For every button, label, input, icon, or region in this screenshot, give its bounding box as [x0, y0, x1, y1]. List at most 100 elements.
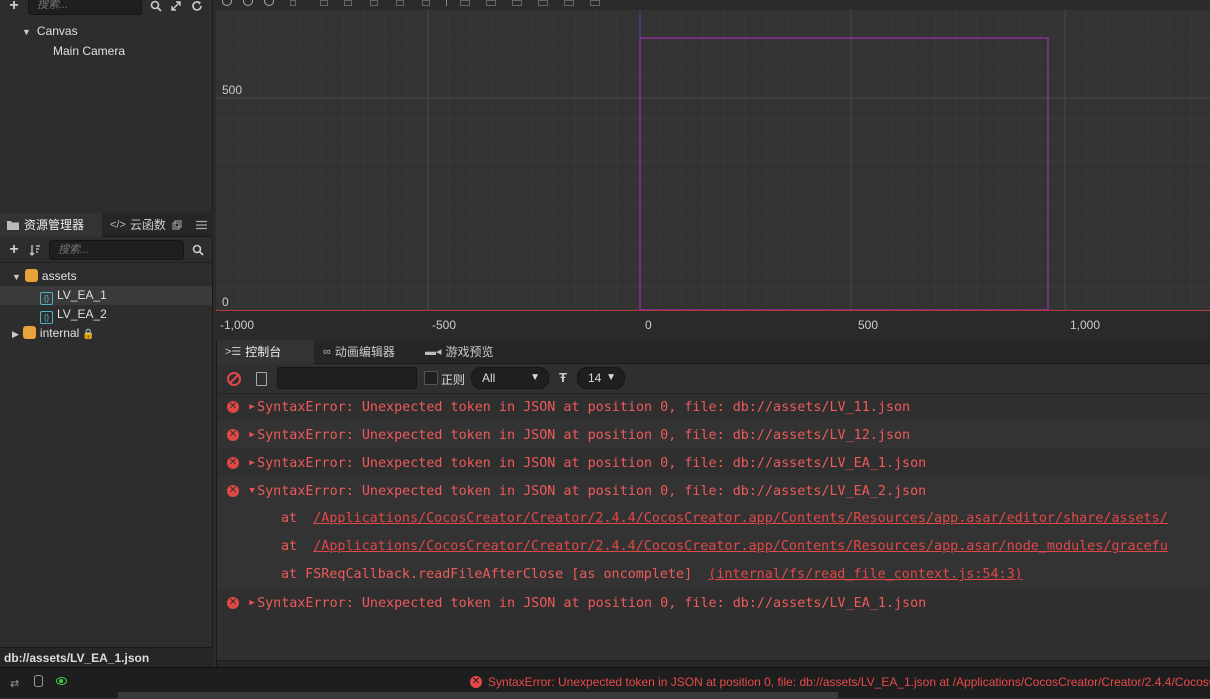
tree-node-lv-ea-1[interactable]: {} LV_EA_1 — [0, 286, 212, 305]
scene-view[interactable]: 500 0 -1,000 -500 0 500 1,000 — [216, 0, 1210, 337]
error-icon: ✕ — [227, 429, 239, 441]
clear-icon[interactable] — [227, 372, 241, 386]
log-message: SyntaxError: Unexpected token in JSON at… — [257, 596, 927, 611]
tab-cloud-functions[interactable]: </> 云函数 — [104, 213, 172, 237]
align-left-icon[interactable] — [290, 0, 296, 6]
regex-checkbox[interactable] — [424, 371, 438, 385]
log-entry[interactable]: ✕ ▶ SyntaxError: Unexpected token in JSON… — [217, 421, 1210, 449]
tab-console[interactable]: >☰ 控制台 — [217, 340, 314, 364]
add-icon[interactable]: + — [6, 241, 22, 258]
search-icon[interactable] — [190, 242, 206, 258]
hierarchy-toolbar: + 搜索... — [0, 0, 213, 16]
terminal-icon: >☰ — [225, 346, 242, 358]
tree-node-lv-ea-2[interactable]: {} LV_EA_2 — [40, 305, 107, 324]
distribute-hcenter-icon[interactable] — [564, 0, 574, 6]
dropdown-arrow-icon: ▼ — [606, 372, 616, 383]
font-size-value: 14 — [588, 371, 602, 385]
database-icon[interactable] — [34, 675, 43, 687]
db-folder-icon — [22, 326, 36, 339]
add-icon[interactable]: + — [6, 0, 22, 14]
tab-game-preview[interactable]: ▬◂ 游戏预览 — [419, 340, 509, 364]
expand-arrow-icon[interactable]: ▼ — [12, 272, 21, 282]
distribute-top-icon[interactable] — [460, 0, 470, 6]
stack-prefix: at FSReqCallback.readFileAfterClose [as … — [281, 567, 709, 582]
db-folder-icon — [24, 269, 38, 282]
lock-icon: 🔒 — [82, 329, 95, 340]
stack-link[interactable]: (internal/fs/read_file_context.js:54:3) — [708, 567, 1022, 582]
status-bar: ⇄ ✕ SyntaxError: Unexpected token in JSO… — [0, 667, 1210, 699]
dropdown-arrow-icon: ▼ — [530, 372, 540, 383]
collapse-icon[interactable] — [168, 0, 184, 14]
align-bottom-icon[interactable] — [422, 0, 430, 6]
align-top-icon[interactable] — [370, 0, 378, 6]
stack-link[interactable]: /Applications/CocosCreator/Creator/2.4.4… — [313, 511, 1168, 526]
expand-arrow-icon[interactable]: ▼ — [22, 27, 31, 37]
align-hcenter-icon[interactable] — [320, 0, 328, 6]
assets-search-input[interactable]: 搜索... — [49, 240, 184, 260]
log-entry-expanded[interactable]: ✕ ▼ SyntaxError: Unexpected token in JSON… — [217, 477, 1210, 589]
expand-arrow-icon[interactable]: ▶ — [247, 449, 257, 477]
zoom-reset-icon[interactable] — [264, 0, 274, 6]
x-tick-label: -1,000 — [220, 318, 255, 332]
expand-arrow-icon[interactable]: ▶ — [247, 589, 257, 617]
console-scrollbar[interactable] — [217, 660, 1210, 667]
expand-arrow-icon[interactable]: ▶ — [247, 421, 257, 449]
stack-prefix: at — [281, 511, 306, 526]
zoom-out-icon[interactable] — [243, 0, 253, 6]
assets-tabbar: 资源管理器 </> 云函数 — [0, 213, 213, 237]
json-file-icon: {} — [40, 292, 53, 305]
hierarchy-search-input[interactable]: 搜索... — [28, 0, 142, 15]
node-label: LV_EA_2 — [57, 307, 107, 321]
x-tick-label: 1,000 — [1070, 318, 1101, 332]
status-message[interactable]: SyntaxError: Unexpected token in JSON at… — [488, 674, 1210, 690]
open-log-file-icon[interactable] — [256, 372, 267, 386]
error-icon: ✕ — [227, 401, 239, 413]
popout-icon[interactable] — [169, 217, 185, 233]
eye-icon[interactable] — [56, 677, 67, 685]
hierarchy-panel: + 搜索... ▼ Canvas Main Camera — [0, 0, 213, 212]
expand-arrow-icon[interactable]: ▶ — [247, 393, 257, 421]
align-vcenter-icon[interactable] — [396, 0, 404, 6]
zoom-in-icon[interactable] — [222, 0, 232, 6]
log-level-value: All — [482, 371, 496, 385]
error-icon: ✕ — [227, 597, 239, 609]
node-label: internal — [39, 326, 80, 340]
console-toolbar: 正则 All ▼ Ŧ 14 ▼ — [217, 364, 1210, 394]
font-size-select[interactable]: 14 ▼ — [577, 367, 625, 389]
refresh-icon[interactable] — [189, 0, 205, 14]
menu-icon[interactable] — [193, 217, 209, 233]
stack-frame: at FSReqCallback.readFileAfterClose [as … — [227, 561, 1210, 589]
console-filter-input[interactable] — [277, 367, 417, 389]
sync-icon[interactable]: ⇄ — [10, 677, 19, 690]
distribute-vcenter-icon[interactable] — [486, 0, 496, 6]
log-entry[interactable]: ✕ ▶ SyntaxError: Unexpected token in JSON… — [217, 449, 1210, 477]
tree-node-canvas[interactable]: ▼ Canvas — [22, 22, 78, 41]
align-right-icon[interactable] — [344, 0, 352, 6]
tab-animation-editor[interactable]: ∞ 动画编辑器 — [317, 340, 417, 364]
tab-label: 游戏预览 — [445, 345, 494, 359]
folder-icon — [7, 221, 19, 230]
stack-link[interactable]: /Applications/CocosCreator/Creator/2.4.4… — [313, 539, 1168, 554]
log-level-select[interactable]: All ▼ — [471, 367, 549, 389]
sort-icon[interactable] — [27, 242, 43, 258]
console-panel: >☰ 控制台 ∞ 动画编辑器 ▬◂ 游戏预览 正则 All ▼ Ŧ 14 ▼ ✕ — [216, 340, 1210, 667]
log-entry[interactable]: ✕ ▶ SyntaxError: Unexpected token in JSON… — [217, 393, 1210, 421]
tree-node-assets[interactable]: ▼ assets — [12, 267, 212, 286]
tree-node-main-camera[interactable]: Main Camera — [53, 42, 125, 61]
distribute-right-icon[interactable] — [590, 0, 600, 6]
log-entry[interactable]: ✕ ▶ SyntaxError: Unexpected token in JSON… — [217, 589, 1210, 617]
node-label: Canvas — [36, 24, 78, 38]
distribute-left-icon[interactable] — [538, 0, 548, 6]
distribute-bottom-icon[interactable] — [512, 0, 522, 6]
tree-node-internal[interactable]: ▶ internal 🔒 — [12, 324, 95, 343]
x-axis-ruler: -1,000 -500 0 500 1,000 — [216, 310, 1210, 337]
error-icon: ✕ — [227, 457, 239, 469]
search-icon[interactable] — [148, 0, 164, 14]
tab-assets[interactable]: 资源管理器 — [0, 213, 102, 237]
font-size-icon: Ŧ — [559, 370, 567, 385]
log-message: SyntaxError: Unexpected token in JSON at… — [257, 484, 927, 499]
collapsed-arrow-icon[interactable]: ▶ — [12, 329, 19, 339]
collapse-arrow-icon[interactable]: ▼ — [247, 477, 257, 505]
y-axis-label-0: 0 — [222, 295, 229, 309]
regex-label: 正则 — [441, 373, 466, 387]
